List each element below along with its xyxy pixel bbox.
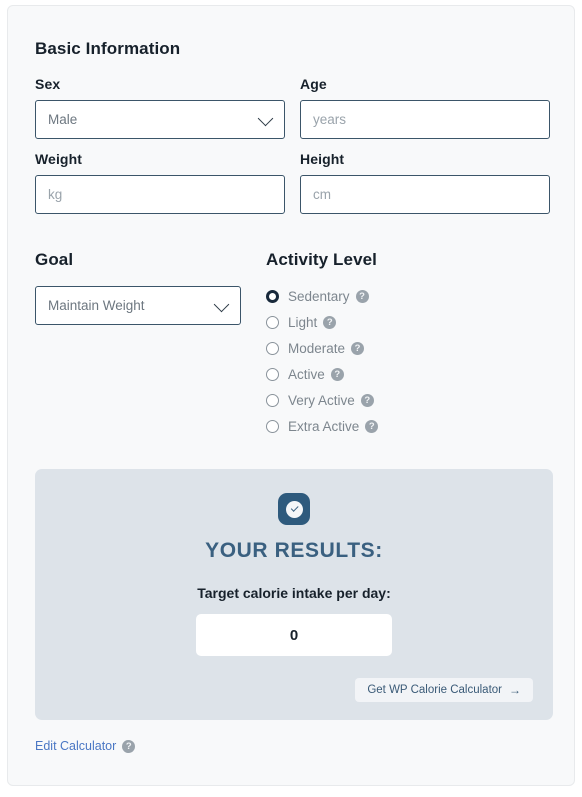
radio-icon[interactable] bbox=[266, 367, 279, 381]
help-icon[interactable]: ? bbox=[355, 289, 369, 303]
height-input-placeholder: cm bbox=[313, 187, 331, 202]
age-input-placeholder: years bbox=[313, 112, 347, 127]
label-weight: Weight bbox=[35, 151, 83, 167]
result-value: 0 bbox=[196, 614, 392, 656]
goal-activity-block: Goal Maintain Weight Activity Level Sede… bbox=[35, 250, 554, 439]
radio-icon[interactable] bbox=[266, 289, 279, 303]
radio-label: Active bbox=[288, 366, 325, 382]
field-row-weight-height: Weight kg Height cm bbox=[35, 151, 554, 214]
radio-label: Very Active bbox=[288, 392, 355, 408]
help-icon[interactable]: ? bbox=[360, 393, 374, 407]
radio-option-sedentary[interactable]: Sedentary ? bbox=[266, 283, 378, 309]
weight-input[interactable]: kg bbox=[35, 175, 285, 214]
check-disc bbox=[285, 500, 303, 518]
radio-option-light[interactable]: Light ? bbox=[266, 309, 378, 335]
radio-option-very-active[interactable]: Very Active ? bbox=[266, 387, 378, 413]
cta-label: Get WP Calorie Calculator bbox=[367, 684, 502, 696]
label-height: Height bbox=[300, 151, 345, 167]
results-title: YOUR RESULTS: bbox=[205, 539, 383, 562]
radio-option-moderate[interactable]: Moderate ? bbox=[266, 335, 378, 361]
help-icon[interactable]: ? bbox=[323, 315, 337, 329]
help-icon[interactable]: ? bbox=[330, 367, 344, 381]
field-age: Age years bbox=[300, 76, 550, 139]
arrow-right-icon: → bbox=[509, 683, 521, 697]
chevron-down-icon bbox=[257, 110, 274, 126]
weight-input-placeholder: kg bbox=[48, 187, 63, 202]
check-circle-icon bbox=[278, 493, 310, 525]
help-icon[interactable]: ? bbox=[351, 341, 365, 355]
footer: Edit Calculator ? bbox=[35, 739, 554, 753]
label-activity-level: Activity Level bbox=[266, 250, 378, 269]
goal-select[interactable]: Maintain Weight bbox=[35, 286, 241, 325]
field-goal: Goal Maintain Weight bbox=[35, 250, 263, 439]
goal-select-value: Maintain Weight bbox=[48, 298, 145, 313]
chevron-down-icon bbox=[213, 296, 230, 312]
calculator-body: Basic Information Sex Male Age years Wei… bbox=[35, 39, 554, 753]
edit-calculator-link[interactable]: Edit Calculator bbox=[35, 739, 116, 753]
radio-icon[interactable] bbox=[266, 393, 279, 407]
radio-label: Extra Active bbox=[288, 418, 360, 434]
calculator-page: Basic Information Sex Male Age years Wei… bbox=[0, 0, 582, 797]
help-icon[interactable]: ? bbox=[365, 419, 379, 433]
height-input[interactable]: cm bbox=[300, 175, 550, 214]
label-goal: Goal bbox=[35, 250, 74, 269]
page-title: Basic Information bbox=[35, 39, 181, 58]
help-icon[interactable]: ? bbox=[122, 739, 136, 753]
calculator-card: Basic Information Sex Male Age years Wei… bbox=[7, 5, 575, 786]
sex-select[interactable]: Male bbox=[35, 100, 285, 139]
label-sex: Sex bbox=[35, 76, 61, 92]
results-subtitle: Target calorie intake per day: bbox=[197, 585, 391, 601]
age-input[interactable]: years bbox=[300, 100, 550, 139]
get-calculator-button[interactable]: Get WP Calorie Calculator → bbox=[355, 678, 533, 702]
field-height: Height cm bbox=[300, 151, 550, 214]
sex-select-value: Male bbox=[48, 112, 78, 127]
radio-icon[interactable] bbox=[266, 341, 279, 355]
radio-icon[interactable] bbox=[266, 419, 279, 433]
radio-icon[interactable] bbox=[266, 315, 279, 329]
results-panel: YOUR RESULTS: Target calorie intake per … bbox=[35, 469, 553, 720]
field-row-sex-age: Sex Male Age years bbox=[35, 76, 554, 139]
field-sex: Sex Male bbox=[35, 76, 285, 139]
radio-label: Sedentary bbox=[288, 288, 350, 304]
radio-label: Light bbox=[288, 314, 318, 330]
check-mark bbox=[290, 504, 298, 512]
radio-option-extra-active[interactable]: Extra Active ? bbox=[266, 413, 379, 439]
label-age: Age bbox=[300, 76, 327, 92]
field-weight: Weight kg bbox=[35, 151, 285, 214]
activity-level-group: Activity Level Sedentary ? Light ? Moder… bbox=[266, 250, 379, 439]
radio-label: Moderate bbox=[288, 340, 346, 356]
cta-row: Get WP Calorie Calculator → bbox=[55, 678, 533, 702]
radio-option-active[interactable]: Active ? bbox=[266, 361, 378, 387]
activity-radio-list: Sedentary ? Light ? Moderate ? Active ? … bbox=[266, 283, 379, 439]
